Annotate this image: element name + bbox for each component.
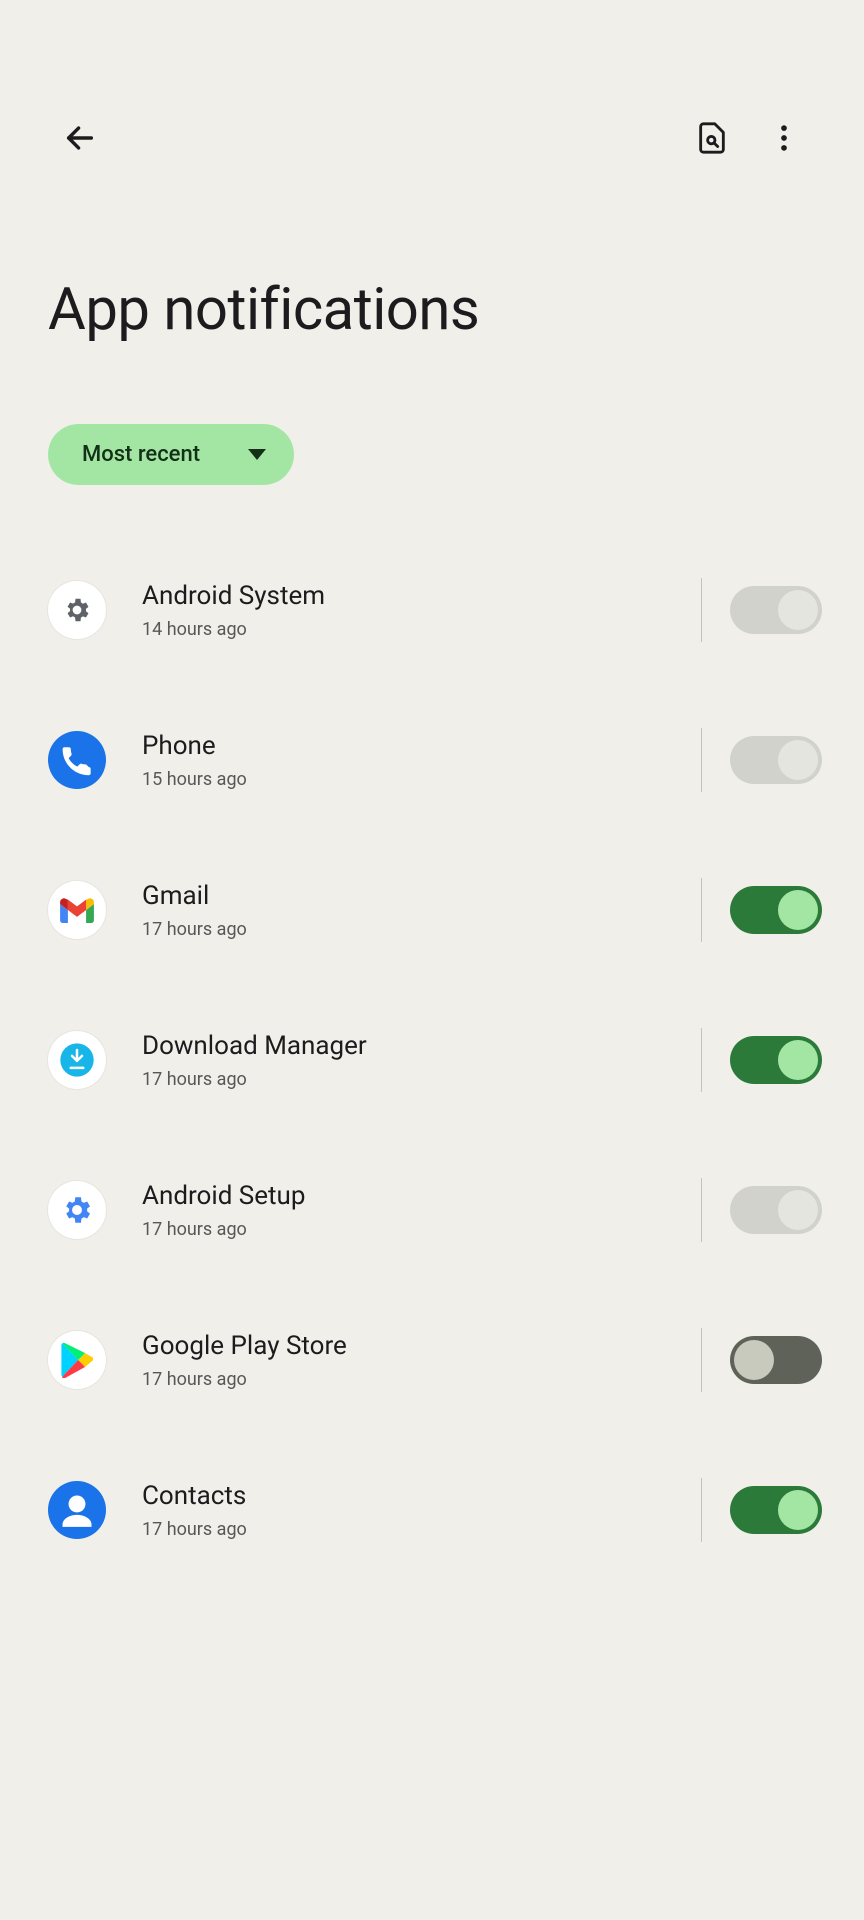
row-divider (701, 1028, 702, 1092)
app-row-android-setup[interactable]: Android Setup 17 hours ago (0, 1135, 864, 1285)
notification-toggle[interactable] (730, 1036, 822, 1084)
app-icon-android-setup (48, 1181, 106, 1239)
app-subtext: 17 hours ago (142, 1069, 659, 1090)
notification-toggle[interactable] (730, 586, 822, 634)
app-icon-contacts (48, 1481, 106, 1539)
setup-gear-icon (60, 1193, 94, 1227)
app-icon-gmail (48, 881, 106, 939)
play-store-icon (61, 1342, 93, 1378)
gmail-icon (60, 897, 94, 923)
app-icon-google-play (48, 1331, 106, 1389)
app-row-download-manager[interactable]: Download Manager 17 hours ago (0, 985, 864, 1135)
app-subtext: 17 hours ago (142, 1519, 659, 1540)
row-divider (701, 1328, 702, 1392)
row-divider (701, 1178, 702, 1242)
app-subtext: 17 hours ago (142, 1219, 659, 1240)
row-divider (701, 578, 702, 642)
app-icon-android-system (48, 581, 106, 639)
sort-filter-label: Most recent (82, 442, 200, 467)
app-list: Android System 14 hours ago Phone 15 hou… (0, 535, 864, 1585)
app-subtext: 17 hours ago (142, 1369, 659, 1390)
app-subtext: 14 hours ago (142, 619, 659, 640)
app-row-google-play-store[interactable]: Google Play Store 17 hours ago (0, 1285, 864, 1435)
app-row-gmail[interactable]: Gmail 17 hours ago (0, 835, 864, 985)
app-subtext: 17 hours ago (142, 919, 659, 940)
app-name: Download Manager (142, 1030, 659, 1064)
notification-toggle[interactable] (730, 1486, 822, 1534)
contacts-icon (48, 1481, 106, 1539)
back-button[interactable] (44, 102, 116, 174)
overflow-menu-button[interactable] (748, 102, 820, 174)
app-icon-download-manager (48, 1031, 106, 1089)
app-name: Contacts (142, 1480, 659, 1514)
app-name: Phone (142, 730, 659, 764)
arrow-left-icon (63, 121, 97, 155)
download-icon (57, 1040, 97, 1080)
row-divider (701, 728, 702, 792)
app-name: Android System (142, 580, 659, 614)
settings-gear-icon (62, 595, 92, 625)
app-name: Google Play Store (142, 1330, 659, 1364)
search-settings-button[interactable] (676, 102, 748, 174)
page-title: App notifications (48, 276, 816, 344)
app-row-android-system[interactable]: Android System 14 hours ago (0, 535, 864, 685)
app-name: Android Setup (142, 1180, 659, 1214)
row-divider (701, 1478, 702, 1542)
app-name: Gmail (142, 880, 659, 914)
find-in-page-icon (695, 121, 729, 155)
chevron-down-icon (248, 449, 266, 460)
phone-icon (48, 731, 106, 789)
more-vert-icon (767, 121, 801, 155)
app-subtext: 15 hours ago (142, 769, 659, 790)
row-divider (701, 878, 702, 942)
notification-toggle[interactable] (730, 1186, 822, 1234)
sort-filter-chip[interactable]: Most recent (48, 424, 294, 485)
app-icon-phone (48, 731, 106, 789)
app-row-phone[interactable]: Phone 15 hours ago (0, 685, 864, 835)
notification-toggle[interactable] (730, 736, 822, 784)
notification-toggle[interactable] (730, 886, 822, 934)
notification-toggle[interactable] (730, 1336, 822, 1384)
app-row-contacts[interactable]: Contacts 17 hours ago (0, 1435, 864, 1585)
